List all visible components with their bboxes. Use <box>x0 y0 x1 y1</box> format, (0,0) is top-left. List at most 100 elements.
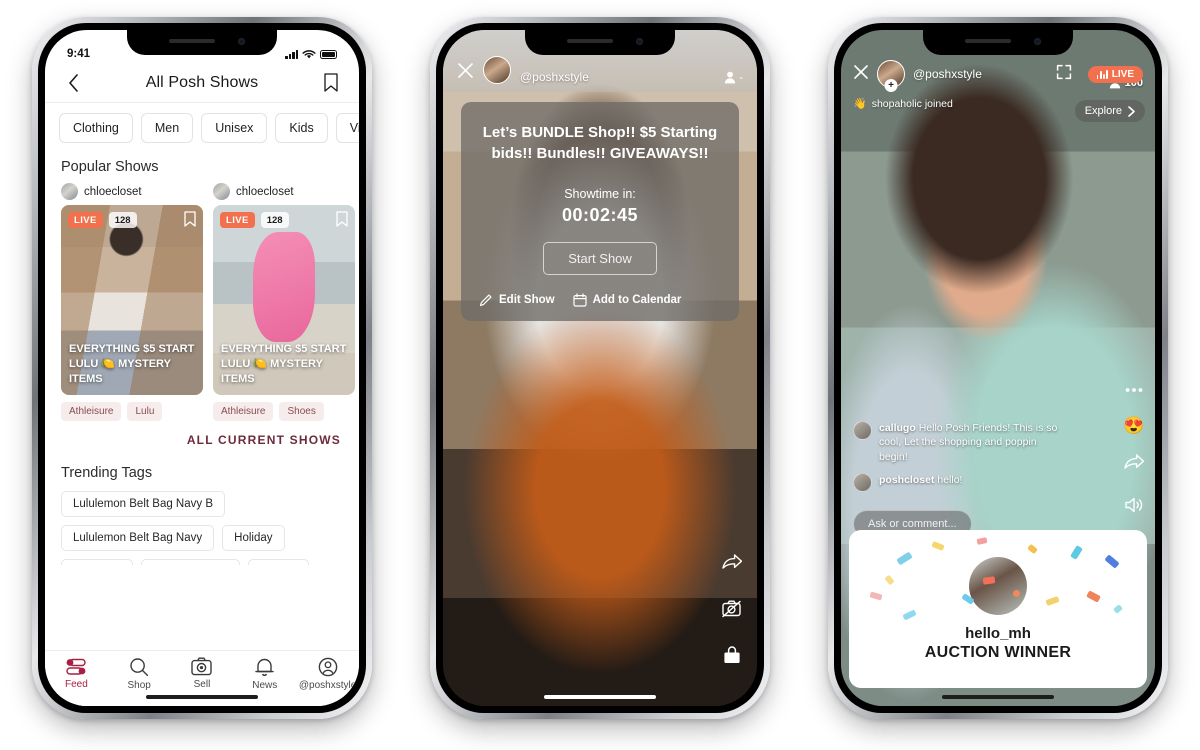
feed-scroll-area[interactable]: Popular Shows chloecloset LIVE 128 EVERY… <box>45 153 359 650</box>
show-actions[interactable]: Edit Show Add to Calendar <box>477 292 723 307</box>
show-side-actions[interactable] <box>721 553 743 670</box>
share-arrow-icon[interactable] <box>1123 453 1145 477</box>
more-dots-icon[interactable] <box>1125 380 1143 398</box>
front-camera <box>238 38 245 45</box>
auction-winner-card: hello_mh AUCTION WINNER <box>849 530 1147 688</box>
show-card-thumbnail[interactable]: LIVE 128 EVERYTHING $5 START LULU 🍋 MYST… <box>213 205 355 395</box>
tab-label: Feed <box>64 678 88 690</box>
camera-icon <box>191 657 213 676</box>
live-status-badge: LIVE <box>1087 65 1143 83</box>
trending-tag[interactable]: Seasonal <box>61 559 133 565</box>
host-username[interactable]: @poshxstyle <box>913 67 1048 81</box>
tab-sell[interactable]: Sell <box>173 657 231 690</box>
avatar[interactable] <box>483 56 511 84</box>
show-card-header: chloecloset <box>213 183 355 200</box>
tab-profile[interactable]: @poshxstyle <box>299 657 357 691</box>
add-to-calendar-button[interactable]: Add to Calendar <box>572 292 681 307</box>
host-avatar-follow[interactable]: + <box>877 60 905 92</box>
expand-icon[interactable] <box>1056 64 1072 85</box>
show-card-caption: EVERYTHING $5 START LULU 🍋 MYSTERY ITEMS <box>221 343 347 386</box>
auction-winner-label: AUCTION WINNER <box>924 643 1072 661</box>
viewer-count: 128 <box>108 212 137 228</box>
camera-off-icon[interactable] <box>721 599 743 623</box>
category-chip-men[interactable]: Men <box>140 113 194 143</box>
trending-tag[interactable]: Lululemon Belt Bag Navy B <box>61 491 225 517</box>
scheduled-show-card: Let’s BUNDLE Shop!! $5 Starting bids!! B… <box>461 102 739 321</box>
home-indicator <box>544 695 656 699</box>
phone2-bezel: @poshxstyle - Let’s BUNDLE Shop!! $5 Sta… <box>436 23 764 713</box>
show-card-tags[interactable]: Athleisure Shoes <box>213 402 355 421</box>
category-chip-unisex[interactable]: Unisex <box>201 113 268 143</box>
tab-feed[interactable]: Feed <box>47 658 105 690</box>
avatar <box>853 420 872 440</box>
tab-news[interactable]: News <box>236 657 294 691</box>
live-top-row: + @poshxstyle LIVE <box>853 60 1143 92</box>
viewer-count-group: - <box>724 71 743 84</box>
show-card-username: chloecloset <box>84 185 142 198</box>
show-card-thumbnail[interactable]: LIVE 128 EVERYTHING $5 START LULU 🍋 MYST… <box>61 205 203 395</box>
winner-username: hello_mh <box>965 624 1031 642</box>
search-icon <box>130 657 149 676</box>
trending-tag[interactable]: Preppy <box>248 559 309 565</box>
winner-avatar <box>969 556 1027 615</box>
comment-text: callugo Hello Posh Friends! This is so c… <box>879 421 1063 464</box>
tab-label: News <box>252 679 278 691</box>
follow-plus-icon[interactable]: + <box>884 79 898 92</box>
tag-pill[interactable]: Lulu <box>127 402 163 421</box>
category-chip-clothing[interactable]: Clothing <box>59 113 133 143</box>
front-camera <box>1034 38 1041 45</box>
explore-button[interactable]: Explore <box>1074 100 1145 122</box>
pencil-icon <box>479 294 492 306</box>
comment-username: poshcloset <box>879 474 935 486</box>
close-x-icon[interactable] <box>457 62 474 84</box>
tag-pill[interactable]: Shoes <box>279 402 324 421</box>
bell-icon <box>255 658 274 676</box>
tab-label: Shop <box>127 679 151 691</box>
earpiece-speaker <box>169 39 215 43</box>
show-title: Let’s BUNDLE Shop!! $5 Starting bids!! B… <box>482 124 718 163</box>
category-chip-kids[interactable]: Kids <box>275 113 328 143</box>
cellular-bars-icon <box>285 50 298 59</box>
shopping-bag-icon[interactable] <box>722 645 742 670</box>
close-x-icon[interactable] <box>853 64 869 85</box>
heart-eyes-emoji[interactable]: 😍 <box>1123 417 1144 434</box>
trending-tag[interactable]: Lululemon Belt Bag Navy <box>61 525 215 551</box>
chevron-left-icon[interactable] <box>61 71 85 95</box>
show-card[interactable]: chloecloset LIVE 128 EVERYTHING $5 START… <box>213 183 355 421</box>
share-arrow-icon[interactable] <box>721 553 743 577</box>
host-username[interactable]: @poshxstyle <box>520 70 715 84</box>
showtime-label: Showtime in: <box>564 186 636 201</box>
bookmark-icon[interactable] <box>184 211 196 232</box>
audio-equalizer-icon <box>1096 69 1108 79</box>
speaker-icon[interactable] <box>1124 496 1145 519</box>
tag-pill[interactable]: Athleisure <box>213 402 274 421</box>
front-camera <box>636 38 643 45</box>
trending-tag[interactable]: Holiday <box>222 525 285 551</box>
comment-item: poshcloset hello! <box>853 473 1063 492</box>
tab-shop[interactable]: Shop <box>110 657 168 691</box>
start-show-button[interactable]: Start Show <box>543 241 657 275</box>
phone2-screen: @poshxstyle - Let’s BUNDLE Shop!! $5 Sta… <box>443 30 757 706</box>
all-current-shows-link[interactable]: ALL CURRENT SHOWS <box>45 421 359 447</box>
bookmark-icon[interactable] <box>319 71 343 95</box>
notch <box>923 30 1073 55</box>
show-card-header: chloecloset <box>61 183 203 200</box>
trending-tag[interactable]: Shoulder Bags <box>140 559 241 565</box>
show-card-username: chloecloset <box>236 185 294 198</box>
live-label: LIVE <box>1111 68 1134 80</box>
category-chip-vintage[interactable]: Vinta <box>335 113 359 143</box>
show-card-caption: EVERYTHING $5 START LULU 🍋 MYSTERY ITEMS <box>69 343 195 386</box>
home-indicator <box>942 695 1054 699</box>
calendar-icon <box>572 292 587 307</box>
show-card-tags[interactable]: Athleisure Lulu <box>61 402 203 421</box>
edit-show-button[interactable]: Edit Show <box>479 293 555 307</box>
tag-pill[interactable]: Athleisure <box>61 402 122 421</box>
show-card[interactable]: chloecloset LIVE 128 EVERYTHING $5 START… <box>61 183 203 421</box>
person-circle-icon <box>318 657 337 676</box>
home-indicator <box>146 695 258 699</box>
trending-tags-list[interactable]: Lululemon Belt Bag Navy B Lululemon Belt… <box>61 491 343 565</box>
phone3-bezel: + @poshxstyle LIVE 👋 shopaholic joined 1… <box>834 23 1162 713</box>
bookmark-icon[interactable] <box>336 211 348 232</box>
category-chips[interactable]: Clothing Men Unisex Kids Vinta <box>45 103 359 153</box>
popular-shows-carousel[interactable]: chloecloset LIVE 128 EVERYTHING $5 START… <box>45 183 359 421</box>
